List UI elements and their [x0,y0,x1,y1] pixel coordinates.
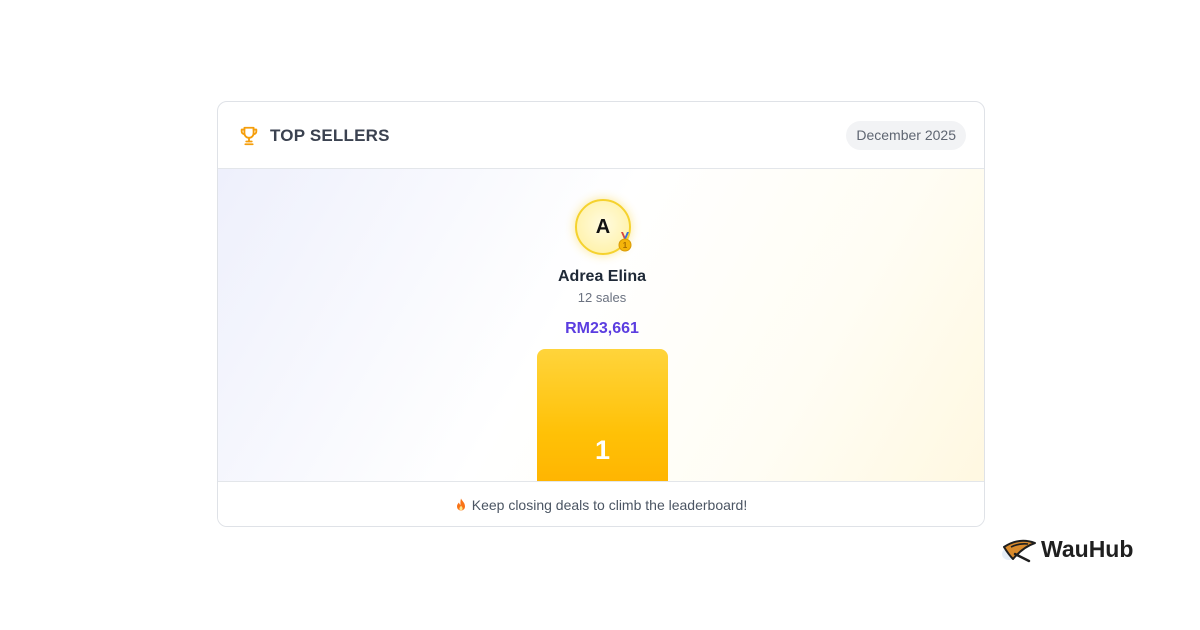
card-header: TOP SELLERS December 2025 [218,102,984,169]
brand-name: WauHub [1041,536,1134,562]
rank-number: 1 [594,435,611,465]
top-sellers-card: TOP SELLERS December 2025 A 1 Adrea Elin… [217,101,985,527]
period-badge[interactable]: December 2025 [846,121,966,150]
seller-name: Adrea Elina [557,268,647,285]
wauhub-logo-icon [1002,539,1036,563]
footer-message: Keep closing deals to climb the leaderbo… [471,497,748,513]
gold-medal-icon: 1 [618,232,632,252]
podium-area: A 1 Adrea Elina 12 sales RM23,661 1 [218,169,984,481]
seller-sales-count: 12 sales [577,290,627,305]
card-footer: Keep closing deals to climb the leaderbo… [218,481,984,526]
seller-revenue: RM23,661 [565,320,639,337]
podium-first-place: 1 [537,349,668,481]
page: TOP SELLERS December 2025 A 1 Adrea Elin… [0,0,1200,630]
card-title: TOP SELLERS [270,126,390,145]
fire-icon [456,498,465,511]
trophy-icon [240,126,258,146]
svg-text:1: 1 [623,241,628,250]
